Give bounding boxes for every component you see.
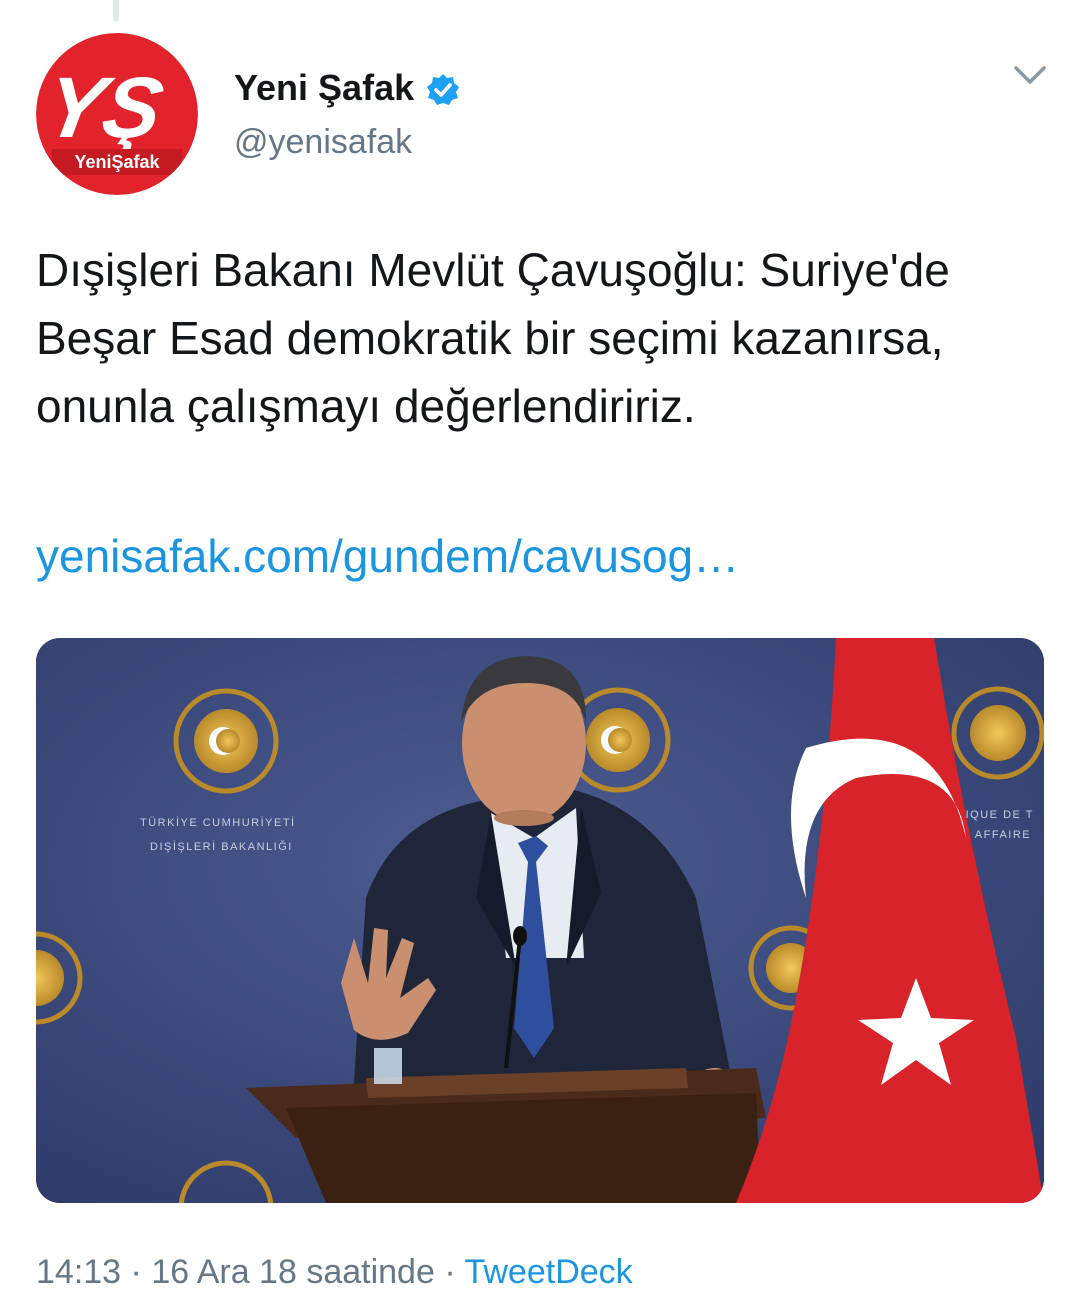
display-name-row[interactable]: Yeni Şafak — [234, 64, 460, 112]
svg-text:YŞ: YŞ — [38, 61, 170, 156]
thread-connector-line — [113, 0, 119, 22]
backdrop-text: DIŞİŞLERİ BAKANLIĞI — [150, 840, 293, 853]
tweet-date[interactable]: 16 Ara 18 saatinde — [151, 1253, 435, 1291]
tweet-link[interactable]: yenisafak.com/gundem/cavusog… — [36, 522, 739, 590]
handle[interactable]: @yenisafak — [234, 118, 412, 166]
tweet-source-link[interactable]: TweetDeck — [464, 1253, 632, 1291]
meta-separator: · — [434, 1253, 465, 1291]
avatar[interactable]: YŞ YeniŞafak — [36, 33, 198, 195]
svg-text:YeniŞafak: YeniŞafak — [74, 152, 160, 172]
display-name[interactable]: Yeni Şafak — [234, 64, 414, 112]
yeni-safak-logo: YŞ YeniŞafak — [36, 33, 198, 195]
backdrop-text: S AFFAIRE — [962, 829, 1031, 841]
tweet-time[interactable]: 14:13 — [36, 1253, 121, 1291]
chevron-down-icon[interactable] — [1010, 60, 1050, 90]
tweet-media-photo[interactable]: TÜRKİYE CUMHURİYETİ DIŞİŞLERİ BAKANLIĞI … — [36, 638, 1044, 1203]
tweet-text: Dışişleri Bakanı Mevlüt Çavuşoğlu: Suriy… — [36, 244, 950, 432]
meta-separator: · — [121, 1253, 152, 1291]
backdrop-text: TÜRKİYE CUMHURİYETİ — [140, 816, 296, 829]
backdrop-text: LIQUE DE T — [958, 809, 1034, 821]
tweet-meta: 14:13 · 16 Ara 18 saatinde · TweetDeck — [36, 1248, 633, 1296]
verified-badge-icon — [426, 71, 460, 105]
